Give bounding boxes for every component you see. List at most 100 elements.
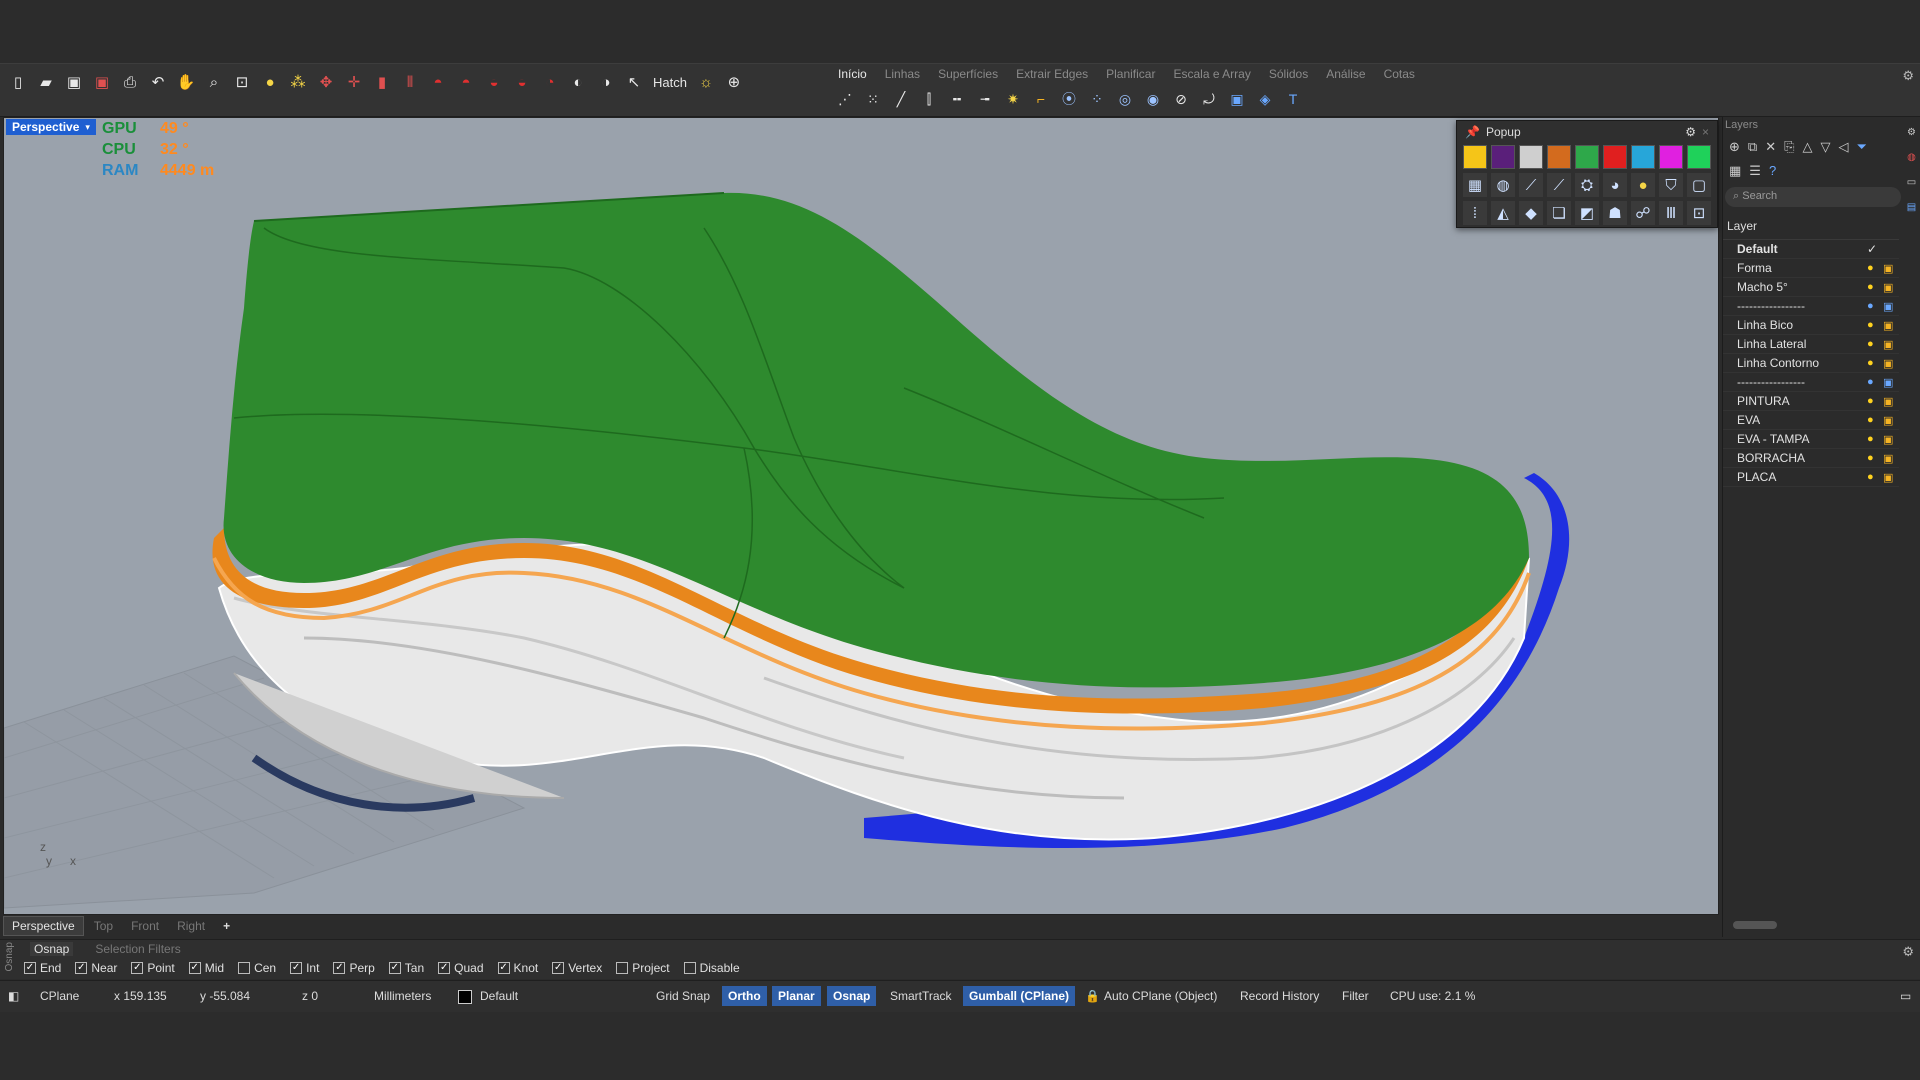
surface-icon[interactable]: ◩ (1575, 201, 1599, 225)
zoom-icon[interactable]: ⌕ (202, 70, 226, 94)
osnap-option[interactable]: ✓ Vertex (552, 961, 602, 975)
collapse-icon[interactable]: ◁ (1839, 139, 1849, 155)
lock-icon[interactable]: ▣ (1883, 319, 1899, 332)
tab-osnap[interactable]: Osnap (30, 942, 74, 956)
layers-icon[interactable]: ❏ (1547, 201, 1571, 225)
layer-row[interactable]: Linha Bico ● ▣ (1723, 316, 1899, 335)
osnap-option[interactable]: ✓ Perp (333, 961, 375, 975)
checkbox[interactable] (616, 962, 629, 974)
zoom-extents-icon[interactable]: ⊡ (230, 70, 254, 94)
display-icon[interactable]: ▭ (1907, 177, 1916, 188)
lock-icon[interactable]: ▣ (1883, 471, 1899, 484)
units-label[interactable]: Millimeters (374, 989, 431, 1003)
car-red-5-icon[interactable]: ◔ (538, 70, 562, 94)
record-history-toggle[interactable]: Record History (1240, 989, 1319, 1003)
layer-row[interactable]: PINTURA ● ▣ (1723, 392, 1899, 411)
layer-row[interactable]: ----------------- ● ▣ (1723, 373, 1899, 392)
group-icon[interactable]: ⁘ (1086, 88, 1108, 110)
color-swatch[interactable] (1547, 145, 1571, 169)
checkbox[interactable]: ✓ (438, 962, 451, 974)
people-icon[interactable]: ☗ (1603, 201, 1627, 225)
layer-color-swatch[interactable] (458, 990, 472, 1004)
points-grid-icon[interactable]: ⁙ (862, 88, 884, 110)
lock-icon[interactable]: ▣ (1883, 433, 1899, 446)
layer-row[interactable]: Default ✓ (1723, 240, 1899, 259)
panel-icon[interactable]: ▤ (1907, 202, 1916, 213)
open-folder-icon[interactable]: ▰ (34, 70, 58, 94)
boolean-intersect-icon[interactable]: ⊘ (1170, 88, 1192, 110)
layer-row[interactable]: Macho 5° ● ▣ (1723, 278, 1899, 297)
gear-icon[interactable]: ⚙ (1685, 125, 1696, 139)
gear-icon[interactable]: ⚙ (1907, 127, 1916, 138)
split-icon[interactable]: ⫿ (918, 88, 940, 110)
fillet-icon[interactable]: ⌐ (1030, 88, 1052, 110)
lock-icon[interactable]: ▣ (1883, 376, 1899, 389)
move-icon[interactable]: ✛ (342, 70, 366, 94)
planar-toggle[interactable]: Planar (772, 986, 821, 1006)
tab-top[interactable]: Top (86, 917, 121, 935)
tab-extrair-edges[interactable]: Extrair Edges (1016, 67, 1088, 81)
filter-icon[interactable]: ⏷ (1857, 139, 1867, 155)
osnap-option[interactable]: ✓ Knot (497, 961, 538, 975)
layer-row[interactable]: Linha Contorno ● ▣ (1723, 354, 1899, 373)
light-bulb-icon[interactable]: ● (1867, 376, 1883, 388)
tab-selection-filters[interactable]: Selection Filters (91, 942, 184, 956)
tab-cotas[interactable]: Cotas (1384, 67, 1415, 81)
light-bulb-icon[interactable]: ● (1867, 414, 1883, 426)
panel-right-icon[interactable]: ▭ (1900, 989, 1911, 1003)
new-sublayer-icon[interactable]: ⧉ (1748, 139, 1757, 155)
color-swatch[interactable] (1575, 145, 1599, 169)
new-layer-icon[interactable]: ⊕ (1729, 139, 1740, 155)
lock-icon[interactable]: ▣ (1883, 281, 1899, 294)
layer-row[interactable]: ----------------- ● ▣ (1723, 297, 1899, 316)
tab-analise[interactable]: Análise (1326, 67, 1365, 81)
checkbox[interactable]: ✓ (75, 962, 88, 974)
light-bulb-icon[interactable]: ● (1867, 281, 1883, 293)
osnap-option[interactable]: Cen (238, 961, 276, 975)
pan-hand-icon[interactable]: ✋ (174, 70, 198, 94)
mirror-icon[interactable]: ⫴ (398, 70, 422, 94)
current-layer[interactable]: Default (480, 989, 518, 1003)
sphere-render-icon[interactable]: ◑ (594, 70, 618, 94)
lock-icon[interactable]: ▣ (1883, 414, 1899, 427)
save-as-icon[interactable]: ▣ (90, 70, 114, 94)
tab-front[interactable]: Front (123, 917, 167, 935)
grid-snap-toggle[interactable]: Grid Snap (656, 989, 710, 1003)
layer-column-header[interactable]: Layer (1723, 213, 1899, 240)
ortho-toggle[interactable]: Ortho (722, 986, 767, 1006)
tab-solidos[interactable]: Sólidos (1269, 67, 1308, 81)
color-swatch[interactable] (1659, 145, 1683, 169)
osnap-option[interactable]: Project (616, 961, 670, 975)
menu-icon[interactable]: ☰ (1749, 163, 1761, 179)
help-icon[interactable]: ? (1769, 163, 1776, 179)
checkbox[interactable]: ✓ (552, 962, 565, 974)
layer-search-input[interactable]: ⌕ Search (1725, 187, 1901, 207)
perspective-viewport[interactable]: Perspective ▾ GPU 49 ° CPU 32 ° RAM 4449… (3, 117, 1719, 915)
point-icon[interactable]: ⋰ (834, 88, 856, 110)
lock-icon[interactable]: ▣ (1883, 338, 1899, 351)
osnap-option[interactable]: ✓ Int (290, 961, 319, 975)
stamp-icon[interactable]: ⛭ (1575, 173, 1599, 197)
color-swatch[interactable] (1463, 145, 1487, 169)
light-bulb-icon[interactable]: ● (1867, 319, 1883, 331)
hatch-button[interactable]: Hatch (650, 75, 690, 90)
color-swatch[interactable] (1491, 145, 1515, 169)
explode-icon[interactable]: ✷ (1002, 88, 1024, 110)
select-cursor-icon[interactable]: ↖ (622, 70, 646, 94)
box-icon[interactable]: ▣ (1226, 88, 1248, 110)
join-icon[interactable]: ⦿ (1058, 88, 1080, 110)
lock-icon[interactable]: ▣ (1883, 452, 1899, 465)
curve-link-icon[interactable]: ⟋ (1519, 173, 1543, 197)
tab-perspective[interactable]: Perspective (3, 916, 84, 936)
gear-icon[interactable]: ⚙ (1902, 944, 1914, 960)
layer-row[interactable]: BORRACHA ● ▣ (1723, 449, 1899, 468)
gear-icon[interactable]: ⚙ (1902, 68, 1914, 84)
add-viewport-button[interactable]: + (215, 917, 238, 935)
osnap-option[interactable]: ✓ Tan (388, 961, 424, 975)
yellow-sphere-icon[interactable]: ● (1631, 173, 1655, 197)
osnap-option[interactable]: ✓ Point (131, 961, 175, 975)
tab-linhas[interactable]: Linhas (885, 67, 920, 81)
osnap-option[interactable]: ✓ End (24, 961, 61, 975)
tools-icon[interactable]: ▦ (1729, 163, 1741, 179)
checkbox[interactable]: ✓ (188, 962, 201, 974)
